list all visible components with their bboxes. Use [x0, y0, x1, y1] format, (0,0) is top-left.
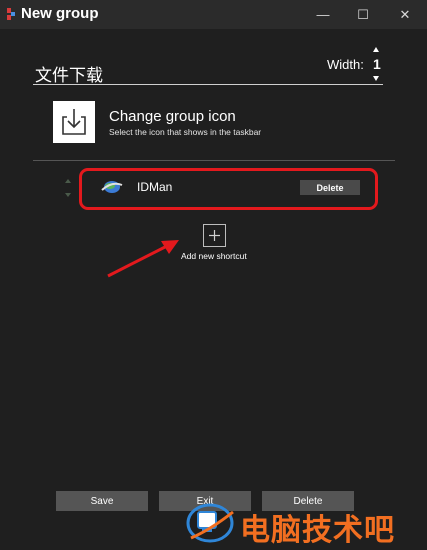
width-increase-icon: [373, 47, 379, 52]
group-icon-button[interactable]: [53, 101, 95, 143]
group-name-input[interactable]: 文件下载: [35, 61, 103, 86]
reorder-arrows-icon[interactable]: [63, 178, 73, 198]
maximize-button[interactable]: ☐: [343, 0, 383, 29]
watermark-text: 电脑技术吧: [240, 514, 395, 547]
plus-icon: [209, 230, 220, 241]
idm-globe-icon: [101, 181, 123, 193]
shortcut-name: IDMan: [137, 180, 173, 194]
delete-shortcut-button[interactable]: Delete: [300, 180, 360, 195]
app-window: New group — ☐ ✕ 文件下载 Width: 1 Change gro…: [0, 0, 427, 550]
annotation-arrow-icon: [107, 240, 179, 278]
width-label: Width:: [327, 57, 364, 72]
save-button[interactable]: Save: [56, 491, 148, 511]
change-icon-title[interactable]: Change group icon: [109, 108, 236, 125]
group-name-underline: [33, 84, 383, 85]
close-button[interactable]: ✕: [385, 0, 425, 29]
app-icon: [7, 8, 15, 20]
window-title: New group: [21, 5, 99, 22]
width-decrease-icon: [373, 76, 379, 81]
title-bar[interactable]: New group — ☐ ✕: [0, 0, 427, 29]
add-shortcut-button[interactable]: [203, 224, 226, 247]
add-shortcut-label[interactable]: Add new shortcut: [181, 251, 247, 261]
section-divider: [33, 160, 395, 161]
change-icon-subtitle: Select the icon that shows in the taskba…: [109, 127, 262, 137]
minimize-button[interactable]: —: [303, 0, 343, 29]
download-icon: [62, 109, 86, 135]
width-value: 1: [373, 56, 381, 72]
